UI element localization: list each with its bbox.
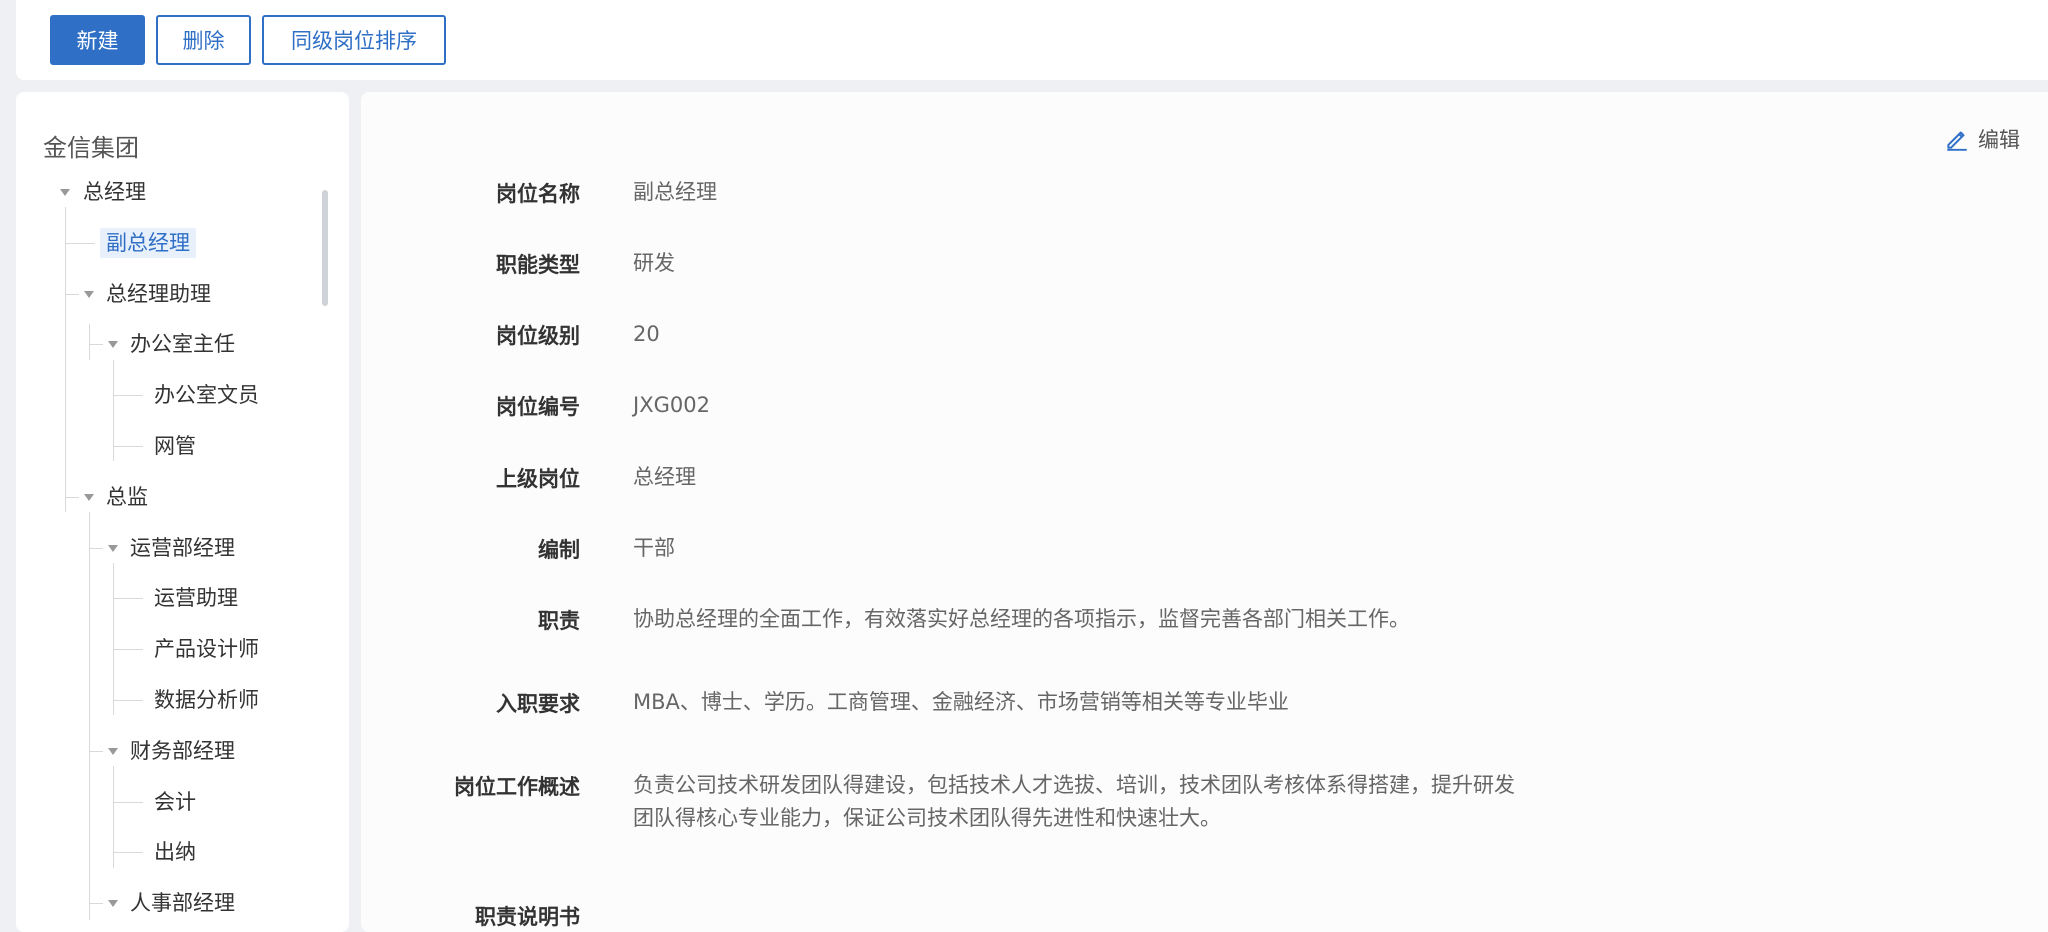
tree-node[interactable]: 会计 bbox=[154, 787, 196, 817]
tree-connector bbox=[89, 324, 90, 360]
tree-node[interactable]: 办公室文员 bbox=[154, 380, 259, 410]
tree-connector bbox=[65, 496, 79, 498]
field-value: 总经理 bbox=[633, 465, 696, 489]
tree-connector bbox=[113, 446, 143, 447]
field-value: MBA、博士、学历。工商管理、金融经济、市场营销等相关等专业毕业 bbox=[633, 690, 1289, 714]
caret-down-icon[interactable] bbox=[84, 290, 94, 298]
field-value: 负责公司技术研发团队得建设，包括技术人才选拔、培训，技术团队考核体系得搭建，提升… bbox=[633, 773, 1515, 830]
tree-connector bbox=[113, 563, 114, 715]
tree-connector bbox=[65, 242, 95, 244]
caret-down-icon[interactable] bbox=[108, 747, 118, 755]
sibling-sort-button[interactable]: 同级岗位排序 bbox=[262, 15, 446, 65]
field-label: 岗位名称 bbox=[496, 182, 580, 206]
field-value: 协助总经理的全面工作，有效落实好总经理的各项指示，监督完善各部门相关工作。 bbox=[633, 607, 1410, 631]
tree-connector bbox=[65, 293, 79, 295]
tree-connector bbox=[113, 395, 143, 397]
tree-connector bbox=[113, 766, 114, 868]
field-label: 岗位编号 bbox=[496, 395, 580, 419]
tree-node[interactable]: 运营部经理 bbox=[130, 533, 235, 563]
delete-button[interactable]: 删除 bbox=[156, 15, 251, 65]
field-value: 研发 bbox=[633, 251, 675, 275]
caret-down-icon[interactable] bbox=[60, 189, 70, 196]
toolbar: 新建 删除 同级岗位排序 bbox=[16, 0, 2048, 80]
tree-node[interactable]: 数据分析师 bbox=[154, 685, 259, 715]
tree-node[interactable]: 办公室主任 bbox=[130, 329, 235, 359]
field-label: 编制 bbox=[538, 538, 580, 562]
tree-node[interactable]: 总经理助理 bbox=[106, 279, 211, 309]
edit-label: 编辑 bbox=[1978, 128, 2020, 152]
tree-connector bbox=[65, 207, 66, 512]
tree-node[interactable]: 网管 bbox=[154, 431, 196, 461]
field-value: 20 bbox=[633, 322, 660, 346]
field-label: 岗位工作概述 bbox=[454, 775, 580, 799]
org-title: 金信集团 bbox=[43, 134, 139, 162]
tree-node[interactable]: 出纳 bbox=[154, 837, 196, 867]
tree-connector bbox=[89, 547, 103, 549]
tree-node[interactable]: 副总经理 bbox=[100, 227, 196, 258]
edit-button[interactable]: 编辑 bbox=[1944, 124, 2020, 154]
new-button[interactable]: 新建 bbox=[50, 15, 145, 65]
caret-down-icon[interactable] bbox=[108, 341, 118, 349]
tree-node[interactable]: 产品设计师 bbox=[154, 634, 259, 664]
tree-connector bbox=[89, 903, 103, 905]
tree-connector bbox=[89, 512, 90, 920]
field-label: 职责 bbox=[538, 609, 580, 633]
field-value: 干部 bbox=[633, 536, 675, 560]
field-label: 上级岗位 bbox=[496, 467, 580, 491]
caret-down-icon[interactable] bbox=[84, 493, 94, 501]
tree-connector bbox=[113, 598, 143, 600]
field-label: 职能类型 bbox=[496, 253, 580, 277]
tree-node[interactable]: 人事部经理 bbox=[130, 888, 235, 918]
tree-node[interactable]: 运营助理 bbox=[154, 583, 238, 613]
tree-connector bbox=[113, 700, 143, 701]
tree-connector bbox=[113, 360, 114, 461]
field-value: 副总经理 bbox=[633, 180, 717, 204]
tree-node[interactable]: 财务部经理 bbox=[130, 736, 235, 766]
field-label: 职责说明书 bbox=[475, 905, 580, 929]
tree-connector bbox=[113, 649, 143, 651]
tree-scrollbar[interactable] bbox=[322, 190, 328, 306]
tree-node[interactable]: 总经理 bbox=[83, 177, 146, 207]
pencil-icon bbox=[1947, 131, 1967, 151]
field-value: JXG002 bbox=[633, 393, 710, 417]
field-label: 岗位级别 bbox=[496, 324, 580, 348]
caret-down-icon[interactable] bbox=[108, 900, 118, 908]
tree-connector bbox=[89, 750, 103, 752]
tree-connector bbox=[89, 344, 103, 346]
tree-connector bbox=[113, 801, 143, 803]
tree-connector bbox=[113, 852, 143, 854]
field-label: 入职要求 bbox=[496, 692, 580, 716]
tree-node[interactable]: 总监 bbox=[106, 482, 148, 512]
caret-down-icon[interactable] bbox=[108, 544, 118, 552]
